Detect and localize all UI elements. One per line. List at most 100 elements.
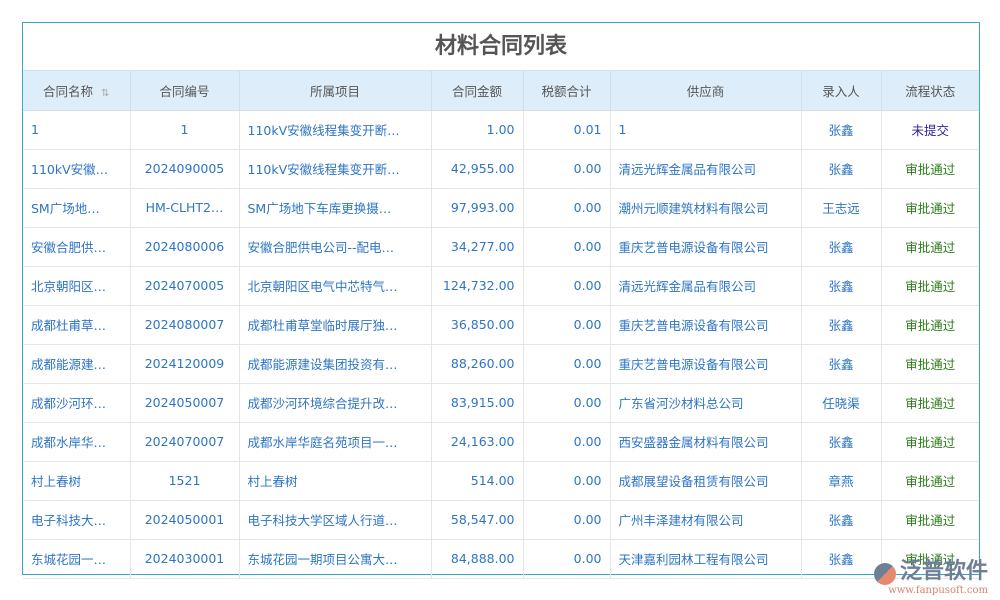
cell-contract-no[interactable]: 2024070005 [130,266,239,305]
cell-tax-total: 0.00 [523,227,610,266]
cell-project[interactable]: 电子科技大学区域人行道… [239,500,431,539]
logo-url: www.fanpusoft.com [874,585,988,596]
column-header-status[interactable]: 流程状态 [881,71,979,110]
table-row[interactable]: 110kV安徽…2024090005110kV安徽线程集变开断…42,955.0… [23,149,979,188]
cell-status: 审批通过 [881,305,979,344]
cell-project[interactable]: SM广场地下车库更换摄… [239,188,431,227]
cell-contract-no[interactable]: 2024050001 [130,500,239,539]
cell-tax-total: 0.00 [523,539,610,578]
cell-contract-name[interactable]: 1 [23,110,130,149]
cell-contract-no[interactable]: 1 [130,110,239,149]
cell-status: 审批通过 [881,344,979,383]
logo-name: 泛普软件 [900,559,988,584]
cell-status: 审批通过 [881,422,979,461]
cell-supplier: 清远光辉金属品有限公司 [610,149,801,188]
cell-project[interactable]: 安徽合肥供电公司--配电… [239,227,431,266]
cell-amount: 1.00 [431,110,523,149]
cell-contract-name[interactable]: 110kV安徽… [23,149,130,188]
cell-contract-no[interactable]: 2024090005 [130,149,239,188]
cell-project[interactable]: 110kV安徽线程集变开断… [239,149,431,188]
cell-amount: 36,850.00 [431,305,523,344]
cell-project[interactable]: 村上春树 [239,461,431,500]
column-header-entered-by[interactable]: 录入人 [801,71,881,110]
cell-tax-total: 0.01 [523,110,610,149]
cell-contract-name[interactable]: 北京朝阳区… [23,266,130,305]
cell-contract-no[interactable]: 2024050007 [130,383,239,422]
cell-contract-no[interactable]: HM-CLHT2… [130,188,239,227]
cell-project[interactable]: 北京朝阳区电气中芯特气… [239,266,431,305]
column-label: 合同金额 [452,84,502,99]
column-header-project[interactable]: 所属项目 [239,71,431,110]
cell-project[interactable]: 成都水岸华庭名苑项目一… [239,422,431,461]
cell-tax-total: 0.00 [523,149,610,188]
table-row[interactable]: 电子科技大…2024050001电子科技大学区域人行道…58,547.000.0… [23,500,979,539]
cell-tax-total: 0.00 [523,305,610,344]
table-row[interactable]: SM广场地…HM-CLHT2…SM广场地下车库更换摄…97,993.000.00… [23,188,979,227]
cell-amount: 84,888.00 [431,539,523,578]
cell-project[interactable]: 成都能源建设集团投资有… [239,344,431,383]
column-header-contract-no[interactable]: 合同编号 [130,71,239,110]
column-label: 合同编号 [159,84,209,99]
cell-contract-name[interactable]: 成都能源建… [23,344,130,383]
cell-status: 审批通过 [881,188,979,227]
cell-entered-by: 张鑫 [801,344,881,383]
cell-contract-name[interactable]: SM广场地… [23,188,130,227]
cell-amount: 88,260.00 [431,344,523,383]
table-row[interactable]: 成都能源建…2024120009成都能源建设集团投资有…88,260.000.0… [23,344,979,383]
cell-contract-name[interactable]: 安徽合肥供… [23,227,130,266]
table-row[interactable]: 成都水岸华…2024070007成都水岸华庭名苑项目一…24,163.000.0… [23,422,979,461]
column-header-contract-name[interactable]: 合同名称 ⇅ [23,71,130,110]
cell-amount: 42,955.00 [431,149,523,188]
table-row[interactable]: 村上春树1521村上春树514.000.00成都展望设备租赁有限公司章燕审批通过 [23,461,979,500]
cell-supplier: 广州丰泽建材有限公司 [610,500,801,539]
cell-contract-no[interactable]: 2024080007 [130,305,239,344]
table-row[interactable]: 成都沙河环…2024050007成都沙河环境综合提升改…83,915.000.0… [23,383,979,422]
cell-contract-no[interactable]: 2024120009 [130,344,239,383]
table-row[interactable]: 安徽合肥供…2024080006安徽合肥供电公司--配电…34,277.000.… [23,227,979,266]
cell-status: 审批通过 [881,266,979,305]
cell-supplier: 重庆艺普电源设备有限公司 [610,305,801,344]
cell-contract-name[interactable]: 村上春树 [23,461,130,500]
cell-tax-total: 0.00 [523,266,610,305]
cell-contract-name[interactable]: 成都杜甫草… [23,305,130,344]
sort-icon[interactable]: ⇅ [101,88,109,99]
column-label: 供应商 [687,84,725,99]
cell-status: 审批通过 [881,383,979,422]
contract-table: 合同名称⇅合同编号所属项目合同金额税额合计供应商录入人流程状态 11110kV安… [23,71,979,579]
cell-contract-no[interactable]: 1521 [130,461,239,500]
cell-contract-no[interactable]: 2024030001 [130,539,239,578]
table-row[interactable]: 北京朝阳区…2024070005北京朝阳区电气中芯特气…124,732.000.… [23,266,979,305]
table-row[interactable]: 11110kV安徽线程集变开断…1.000.011张鑫未提交 [23,110,979,149]
cell-contract-name[interactable]: 成都水岸华… [23,422,130,461]
cell-status: 审批通过 [881,149,979,188]
table-row[interactable]: 成都杜甫草…2024080007成都杜甫草堂临时展厅独…36,850.000.0… [23,305,979,344]
cell-supplier: 成都展望设备租赁有限公司 [610,461,801,500]
cell-amount: 58,547.00 [431,500,523,539]
cell-entered-by: 张鑫 [801,500,881,539]
column-label: 合同名称 [43,84,93,99]
column-header-supplier[interactable]: 供应商 [610,71,801,110]
cell-project[interactable]: 东城花园一期项目公寓大… [239,539,431,578]
cell-supplier: 重庆艺普电源设备有限公司 [610,227,801,266]
column-label: 税额合计 [541,84,591,99]
column-label: 所属项目 [310,84,360,99]
column-header-tax-total[interactable]: 税额合计 [523,71,610,110]
cell-contract-no[interactable]: 2024070007 [130,422,239,461]
cell-entered-by: 张鑫 [801,266,881,305]
cell-project[interactable]: 110kV安徽线程集变开断… [239,110,431,149]
cell-status: 审批通过 [881,461,979,500]
cell-amount: 24,163.00 [431,422,523,461]
cell-contract-name[interactable]: 电子科技大… [23,500,130,539]
cell-supplier: 重庆艺普电源设备有限公司 [610,344,801,383]
page-title: 材料合同列表 [23,23,979,71]
cell-contract-name[interactable]: 成都沙河环… [23,383,130,422]
column-header-amount[interactable]: 合同金额 [431,71,523,110]
cell-contract-no[interactable]: 2024080006 [130,227,239,266]
column-label: 流程状态 [905,84,955,99]
table-row[interactable]: 东城花园一…2024030001东城花园一期项目公寓大…84,888.000.0… [23,539,979,578]
watermark-logo: 泛普软件 www.fanpusoft.com [874,553,988,596]
cell-project[interactable]: 成都沙河环境综合提升改… [239,383,431,422]
cell-project[interactable]: 成都杜甫草堂临时展厅独… [239,305,431,344]
cell-tax-total: 0.00 [523,500,610,539]
cell-contract-name[interactable]: 东城花园一… [23,539,130,578]
